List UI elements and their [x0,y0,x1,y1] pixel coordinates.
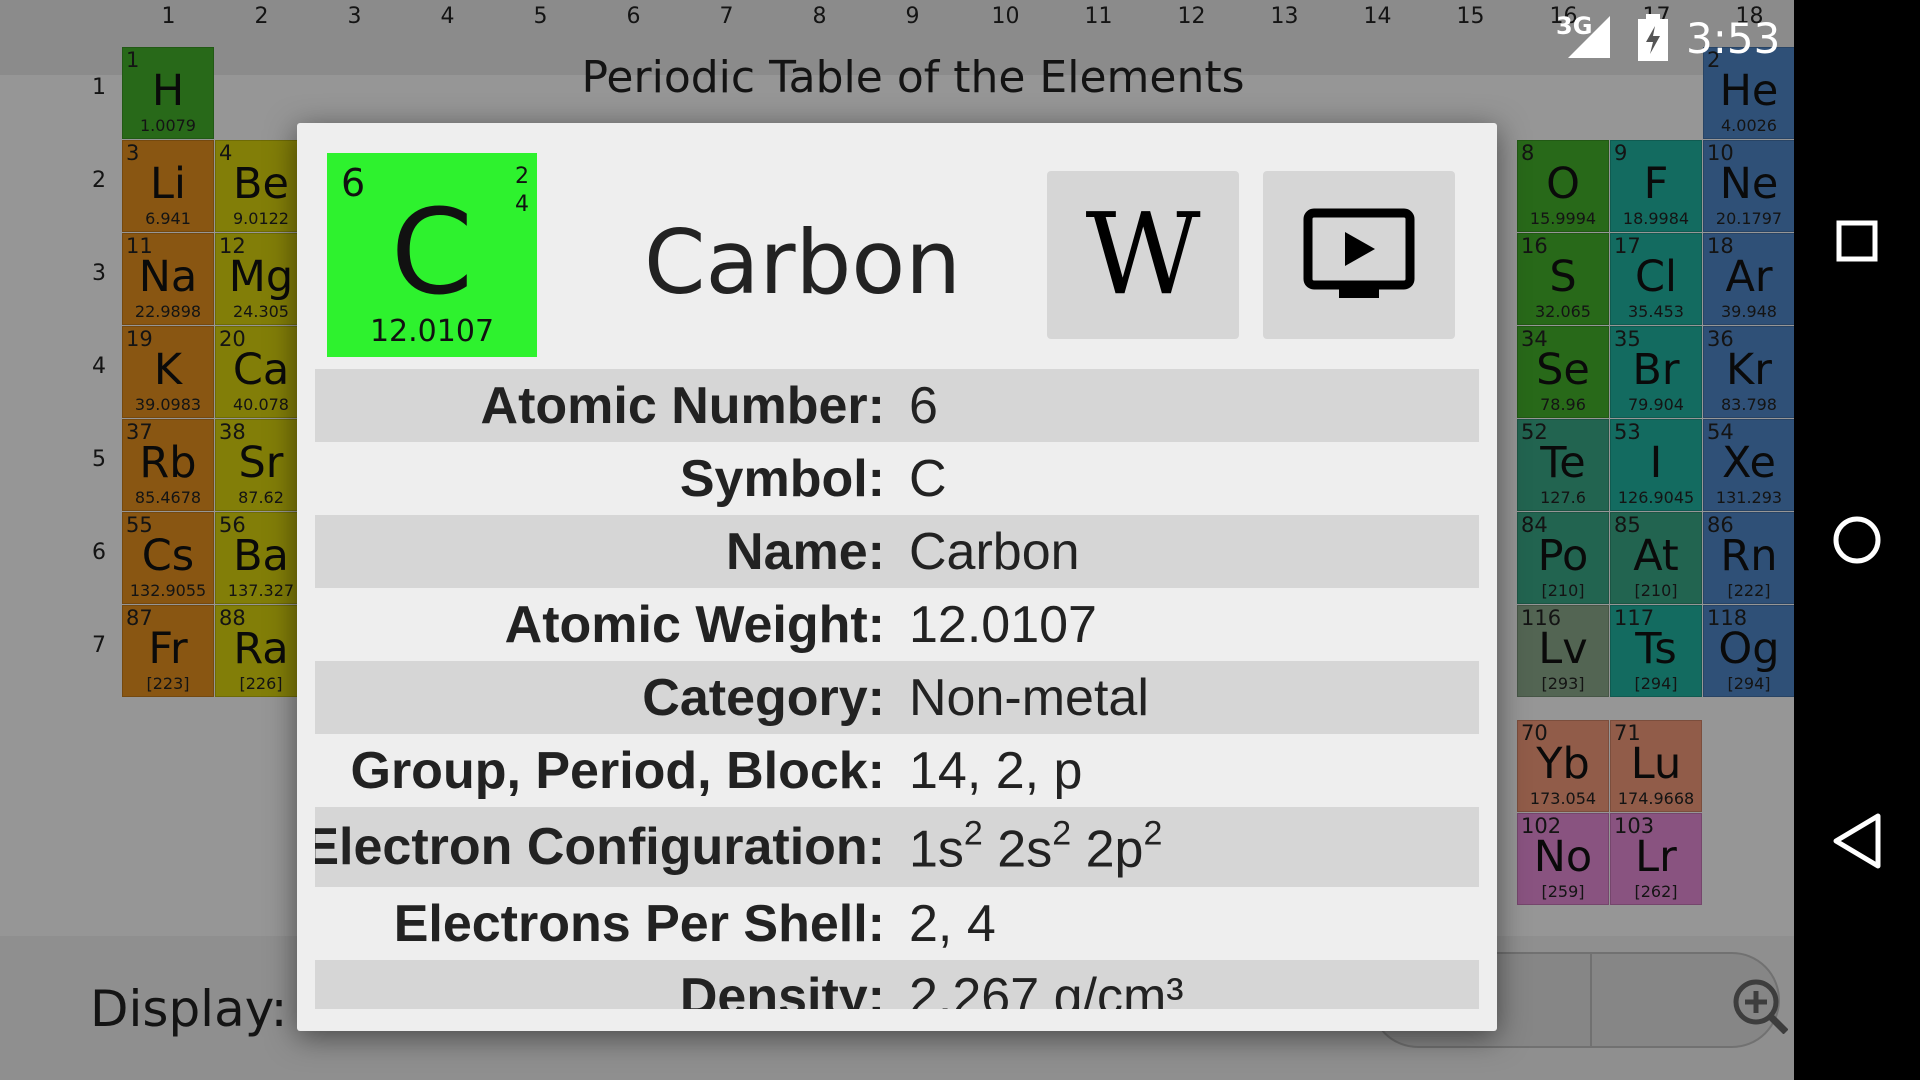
property-value: 1s2 2s2 2p2 [909,814,1163,879]
property-row: Group, Period, Block: 14, 2, p [315,734,1479,807]
wikipedia-icon: W [1085,190,1201,320]
property-label: Density: [679,967,885,1010]
recents-button[interactable] [1822,206,1892,276]
wikipedia-button[interactable]: W [1047,171,1239,339]
tile-weight: 12.0107 [369,314,495,349]
property-row: Atomic Number: 6 [315,369,1479,442]
home-button[interactable] [1822,505,1892,575]
property-row: Atomic Weight: 12.0107 [315,588,1479,661]
element-name: Carbon [644,211,962,314]
property-row: Symbol: C [315,442,1479,515]
property-row: Category: Non-metal [315,661,1479,734]
property-value: 2, 4 [909,894,996,953]
property-label: Category: [642,668,885,727]
status-bar: 3G 3:53 [0,0,1794,75]
property-label: Electrons Per Shell: [393,894,885,953]
property-label: Atomic Number: [480,376,885,435]
property-row: Electron Configuration: 1s2 2s2 2p2 [315,807,1479,887]
element-tile: 6 2 4 C 12.0107 [327,153,537,357]
property-value: C [909,449,947,508]
play-video-icon [1303,208,1415,298]
properties-list[interactable]: Atomic Number: 6 Symbol: C Name: Carbon Atomic… [315,369,1479,1009]
periodic-table-screen: 123456789101112131415161718 Periodic Tab… [0,0,1794,1080]
property-value: 12.0107 [909,595,1097,654]
property-row: Density: 2.267 g/cm³ [315,960,1479,1009]
property-label: Atomic Weight: [504,595,885,654]
property-label: Name: [726,522,885,581]
element-detail-dialog: 6 2 4 C 12.0107 Carbon W Atomic Number: 6… [297,123,1497,1031]
video-button[interactable] [1263,171,1455,339]
property-value: 14, 2, p [909,741,1083,800]
property-value: 6 [909,376,938,435]
tile-symbol: C [390,183,474,321]
back-icon [1833,813,1881,869]
property-value: Carbon [909,522,1080,581]
recents-icon [1836,220,1878,262]
back-button[interactable] [1822,806,1892,876]
property-row: Electrons Per Shell: 2, 4 [315,887,1479,960]
property-row: Name: Carbon [315,515,1479,588]
property-value: Non-metal [909,668,1149,727]
clock: 3:53 [1686,14,1781,63]
property-label: Group, Period, Block: [350,741,886,800]
home-icon [1833,516,1881,564]
property-label: Electron Configuration: [315,818,885,876]
network-type: 3G [1556,12,1593,40]
property-value: 2.267 g/cm³ [909,967,1184,1010]
navigation-bar [1794,0,1920,1080]
property-label: Symbol: [679,449,885,508]
battery-icon [1638,14,1668,61]
